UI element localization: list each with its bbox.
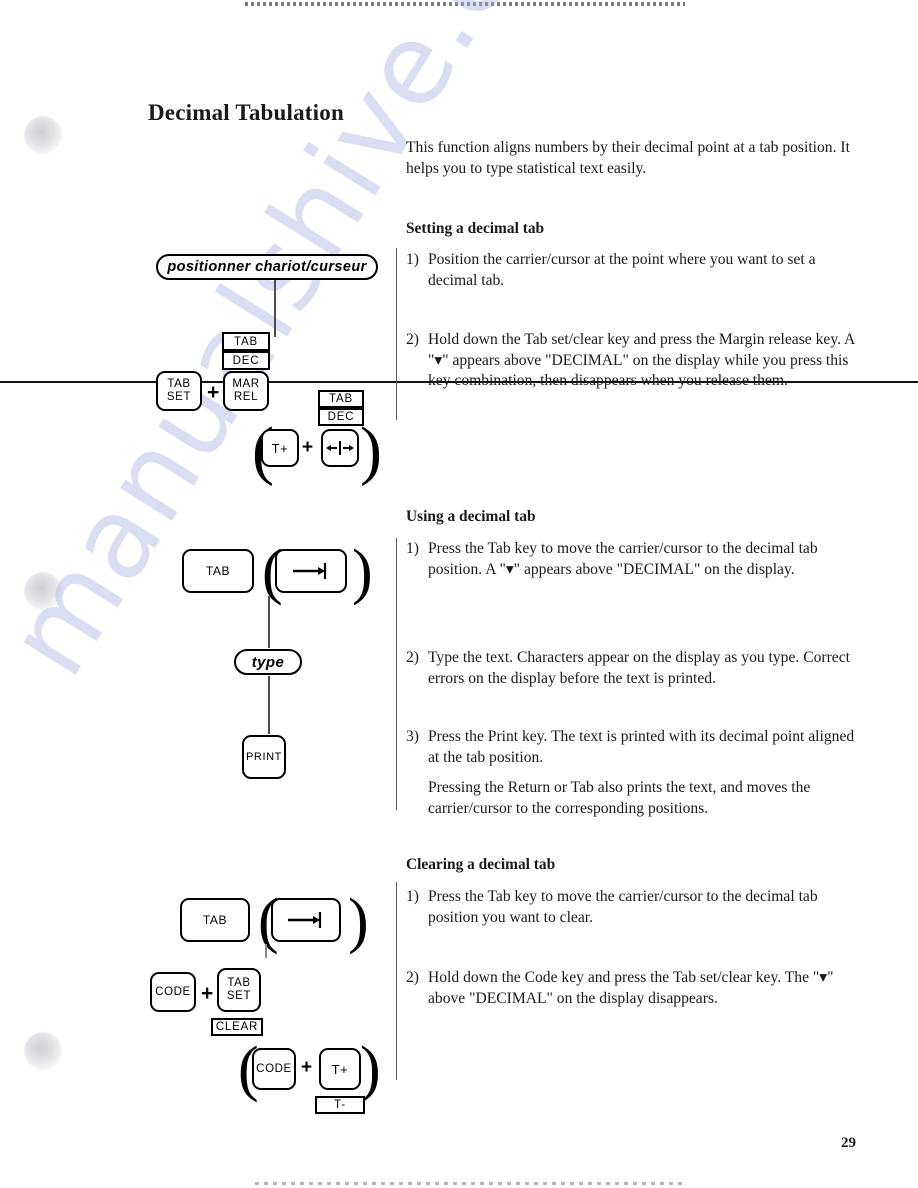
key-code[interactable]: CODE [150,972,196,1012]
step-using-2: 2) Type the text. Characters appear on t… [406,648,856,689]
step-text: Position the carrier/cursor at the point… [428,251,816,289]
step-marker: 2) [406,649,419,666]
step-text: Press the Tab key to move the carrier/cu… [428,888,818,926]
legend-plate-clear: CLEAR [211,1018,263,1036]
key-code-alt[interactable]: CODE [252,1048,296,1090]
step-using-3: 3) Press the Print key. The text is prin… [406,727,856,768]
group-paren-close: ) [348,887,369,955]
note-using: Pressing the Return or Tab also prints t… [428,779,811,817]
step-marker: 1) [406,251,419,268]
key-tab-set[interactable]: TAB SET [217,968,261,1012]
step-marker: 1) [406,540,419,557]
diagram-clearing-a-decimal-tab: TAB ( ) CODE + TAB SET CLEAR ( ) CODE + … [0,0,400,1130]
key-tab[interactable]: TAB [180,898,250,942]
step-using-1: 1) Press the Tab key to move the carrier… [406,539,856,580]
step-clearing-1: 1) Press the Tab key to move the carrier… [406,887,856,928]
step-marker: 2) [406,969,419,986]
section-heading-clearing: Clearing a decimal tab [406,856,556,873]
scan-edge-artifact-bottom [255,1182,685,1185]
step-text: Hold down the Code key and press the Tab… [428,969,834,1007]
step-setting-1: 1) Position the carrier/cursor at the po… [406,250,852,291]
key-label-line2: SET [226,990,252,1002]
step-marker: 2) [406,331,419,348]
step-setting-2: 2) Hold down the Tab set/clear key and p… [406,330,858,392]
tab-arrow-icon [284,910,328,930]
group-paren-close: ) [360,1035,381,1103]
step-text: Press the Print key. The text is printed… [428,728,855,766]
step-text: Press the Tab key to move the carrier/cu… [428,540,818,578]
plus-sign: + [301,1057,313,1078]
key-label-line1: TAB [227,976,251,989]
step-text: Type the text. Characters appear on the … [428,649,850,687]
plus-sign: + [201,982,214,1005]
connector-line [265,944,267,958]
legend-plate-t-minus: T- [315,1096,365,1114]
section-heading-using: Using a decimal tab [406,508,536,525]
section-heading-setting: Setting a decimal tab [406,220,545,237]
step-text: Hold down the Tab set/clear key and pres… [428,331,855,389]
intro-paragraph: This function aligns numbers by their de… [406,139,850,177]
key-t-plus[interactable]: T+ [319,1048,361,1090]
step-clearing-2: 2) Hold down the Code key and press the … [406,968,856,1009]
step-marker: 3) [406,728,419,745]
page-number: 29 [841,1135,856,1151]
key-tab-symbol[interactable] [271,898,341,942]
step-marker: 1) [406,888,419,905]
